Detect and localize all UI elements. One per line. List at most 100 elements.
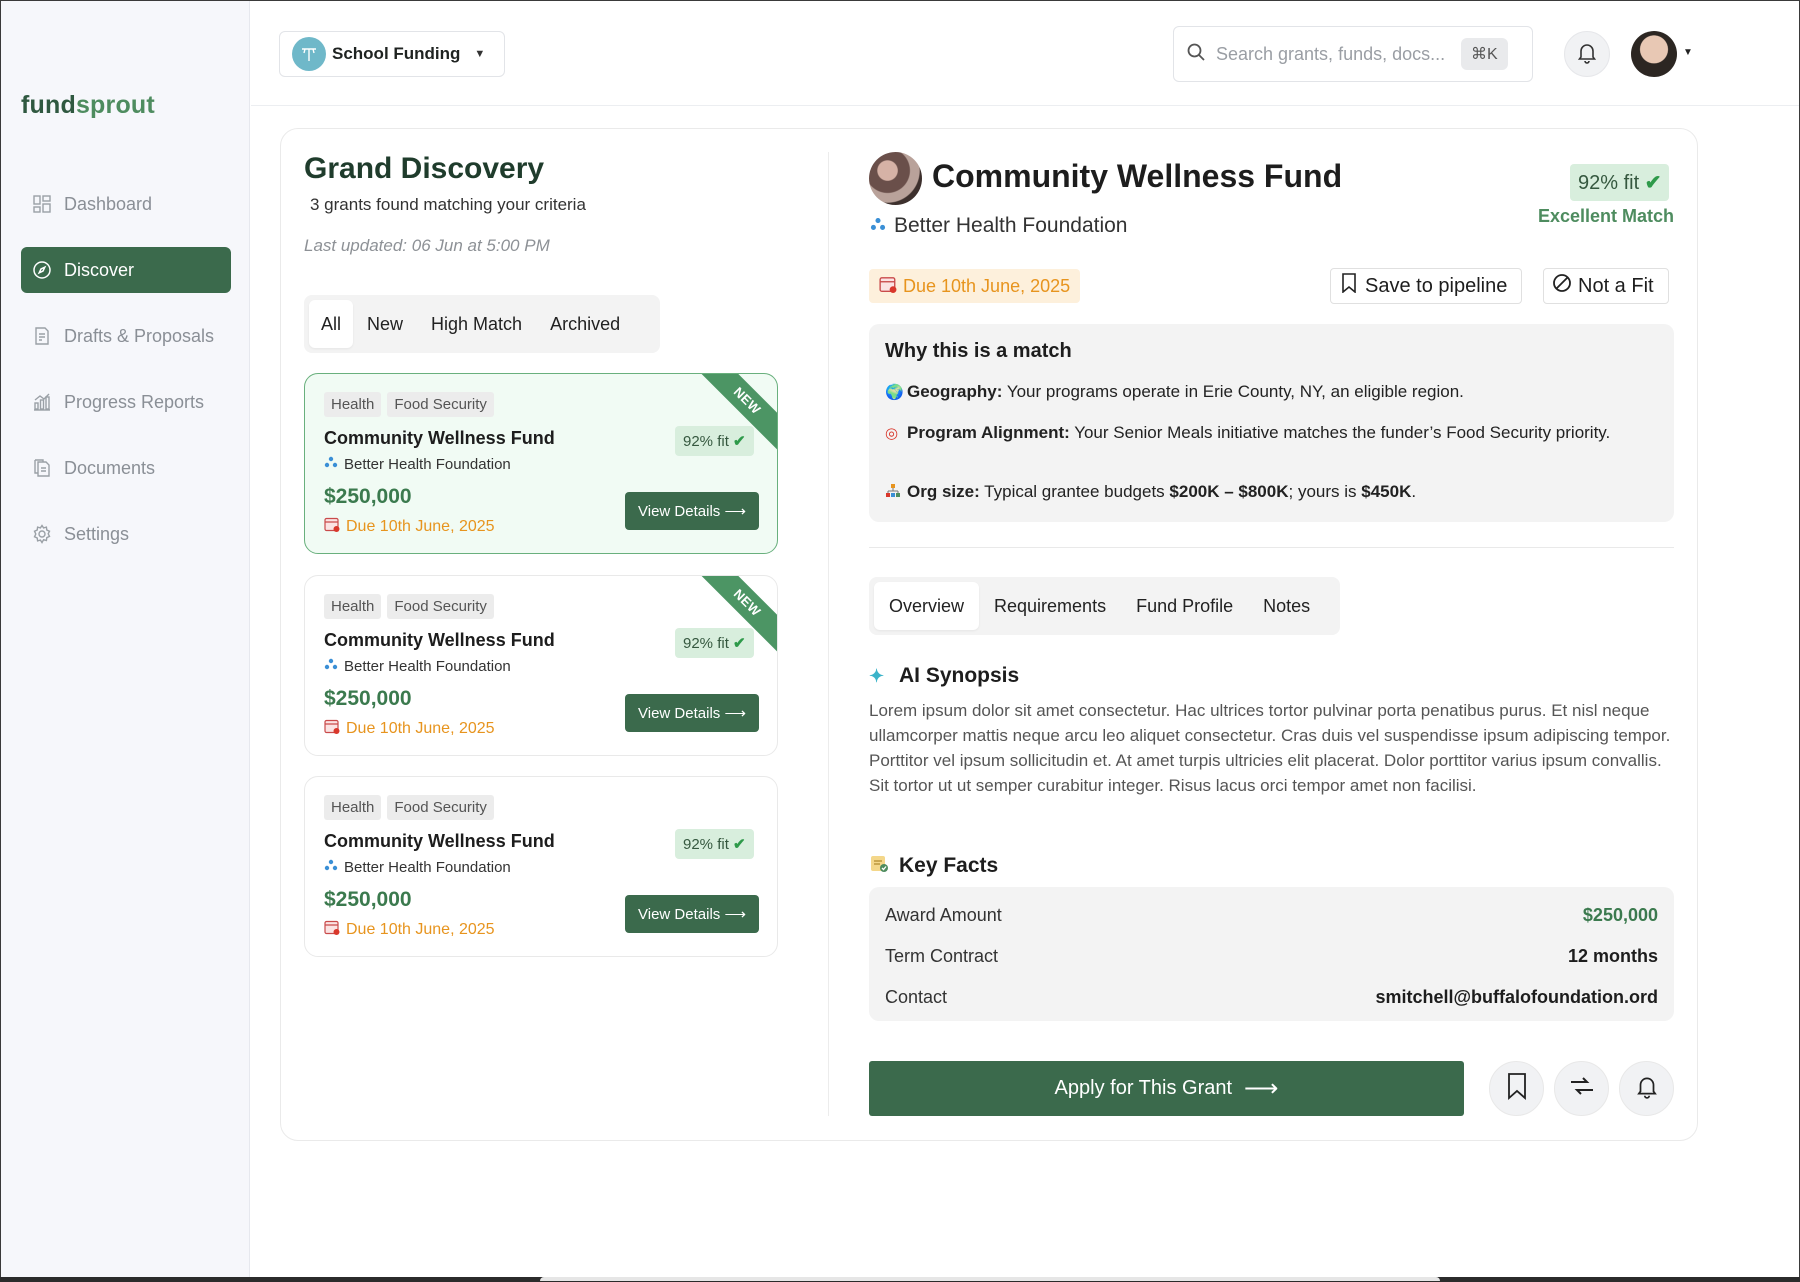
sidebar-item-label: Discover (64, 259, 135, 280)
fund-foundation: Better Health Foundation (870, 214, 1127, 238)
sidebar: fundsprout Dashboard Discover Drafts & P… (1, 1, 250, 1277)
organization-icon (324, 455, 338, 473)
view-details-button[interactable]: View Details ⟶ (625, 895, 759, 933)
fact-row: Award Amount $250,000 (885, 905, 1658, 925)
fact-row: Contact smitchell@buffalofoundation.ord (885, 987, 1658, 1008)
search-icon (1186, 42, 1206, 67)
arrow-right-icon: ⟶ (724, 906, 746, 923)
sidebar-item-documents[interactable]: Documents (21, 445, 231, 491)
filter-tab-archived[interactable]: Archived (536, 300, 634, 348)
search-input[interactable] (1216, 43, 1461, 65)
compare-button[interactable] (1554, 1061, 1609, 1116)
sidebar-item-label: Drafts & Proposals (64, 325, 215, 346)
sidebar-item-label: Documents (64, 457, 156, 478)
organization-icon (870, 214, 886, 238)
tab-fund-profile[interactable]: Fund Profile (1121, 582, 1248, 630)
filter-tab-new[interactable]: New (353, 300, 417, 348)
alert-button[interactable] (1619, 1061, 1674, 1116)
tab-overview[interactable]: Overview (874, 582, 980, 630)
tag: Food Security (387, 392, 494, 417)
bell-icon (1575, 40, 1599, 69)
notifications-button[interactable] (1564, 31, 1610, 77)
document-edit-icon (32, 326, 52, 346)
organization-name: School Funding (332, 44, 461, 63)
sidebar-item-label: Progress Reports (64, 391, 205, 412)
save-to-pipeline-button[interactable]: Save to pipeline (1330, 268, 1523, 304)
dashboard-icon (32, 194, 52, 214)
match-reason-geography: 🌍 Geography: Your programs operate in Er… (885, 382, 1464, 401)
bookmark-icon (1341, 273, 1357, 299)
grant-foundation: Better Health Foundation (324, 657, 511, 675)
grant-foundation: Better Health Foundation (324, 455, 511, 473)
results-count: 3 grants found matching your criteria (310, 195, 586, 214)
calendar-icon (324, 919, 340, 940)
organization-selector[interactable]: School Funding ▼ (279, 31, 505, 77)
grant-tags: Health Food Security (324, 392, 500, 417)
due-date-badge: Due 10th June, 2025 (869, 269, 1081, 303)
tab-notes[interactable]: Notes (1248, 582, 1325, 630)
fit-badge: 92% fit ✔ (675, 628, 754, 658)
why-match-box: Why this is a match 🌍 Geography: Your pr… (869, 324, 1674, 522)
window-bottom-edge (0, 1277, 1800, 1282)
check-icon: ✔ (733, 635, 746, 652)
fit-badge: 92% fit ✔ (1570, 164, 1670, 201)
grant-due-date: Due 10th June, 2025 (324, 718, 495, 739)
check-icon: ✔ (733, 836, 746, 853)
sidebar-item-drafts[interactable]: Drafts & Proposals (21, 313, 231, 359)
organization-icon (324, 657, 338, 675)
fit-badge: 92% fit ✔ (675, 829, 754, 859)
grant-tags: Health Food Security (324, 594, 500, 619)
calendar-icon (324, 516, 340, 537)
tag: Health (324, 392, 382, 417)
grant-card[interactable]: Health Food Security Community Wellness … (304, 776, 778, 957)
filter-tab-all[interactable]: All (309, 300, 354, 348)
grant-amount: $250,000 (324, 687, 412, 710)
ai-synopsis-heading: ✦ AI Synopsis (869, 664, 1020, 687)
tag: Health (324, 594, 382, 619)
filter-tabs: All New High Match Archived (304, 295, 660, 353)
calendar-icon (879, 275, 897, 298)
chevron-down-icon[interactable]: ▼ (1683, 47, 1693, 58)
sidebar-item-dashboard[interactable]: Dashboard (21, 181, 231, 227)
bell-icon (1634, 1073, 1660, 1104)
arrow-right-icon: ⟶ (724, 705, 746, 722)
detail-tabs: Overview Requirements Fund Profile Notes (869, 577, 1340, 635)
sidebar-item-settings[interactable]: Settings (21, 511, 231, 557)
keyboard-shortcut-badge: ⌘K (1461, 38, 1508, 70)
sidebar-item-label: Settings (64, 523, 130, 544)
sidebar-item-progress-reports[interactable]: Progress Reports (21, 379, 231, 425)
grant-amount: $250,000 (324, 485, 412, 508)
grant-foundation: Better Health Foundation (324, 858, 511, 876)
sidebar-item-discover[interactable]: Discover (21, 247, 231, 293)
target-icon: ◎ (885, 425, 899, 442)
user-avatar[interactable] (1631, 31, 1677, 77)
not-a-fit-button[interactable]: Not a Fit (1543, 268, 1669, 304)
grant-card[interactable]: Health Food Security Community Wellness … (304, 373, 778, 554)
fit-badge: 92% fit ✔ (675, 426, 754, 456)
compare-icon (1568, 1072, 1596, 1105)
column-divider (828, 152, 829, 1116)
sidebar-item-label: Dashboard (64, 193, 153, 214)
view-details-button[interactable]: View Details ⟶ (625, 492, 759, 530)
contact-email[interactable]: smitchell@buffalofoundation.ord (1375, 987, 1658, 1008)
tab-requirements[interactable]: Requirements (979, 582, 1121, 630)
scroll-indicator (540, 1277, 1440, 1281)
bookmark-button[interactable] (1489, 1061, 1544, 1116)
organization-avatar (292, 37, 326, 71)
grant-due-date: Due 10th June, 2025 (324, 516, 495, 537)
app-logo[interactable]: fundsprout (21, 91, 155, 120)
key-facts-table: Award Amount $250,000 Term Contract 12 m… (869, 887, 1674, 1021)
grant-due-date: Due 10th June, 2025 (324, 919, 495, 940)
globe-icon: 🌍 (885, 384, 904, 401)
apply-button[interactable]: Apply for This Grant ⟶ (869, 1061, 1464, 1116)
search-bar[interactable]: ⌘K (1173, 26, 1533, 82)
tag: Health (324, 795, 382, 820)
key-facts-heading: Key Facts (869, 853, 998, 878)
view-details-button[interactable]: View Details ⟶ (625, 694, 759, 732)
compass-icon (32, 260, 52, 280)
filter-tab-high-match[interactable]: High Match (417, 300, 536, 348)
org-chart-icon (885, 482, 907, 503)
bookmark-icon (1506, 1072, 1528, 1105)
grant-card[interactable]: Health Food Security Community Wellness … (304, 575, 778, 756)
gear-icon (32, 524, 52, 544)
